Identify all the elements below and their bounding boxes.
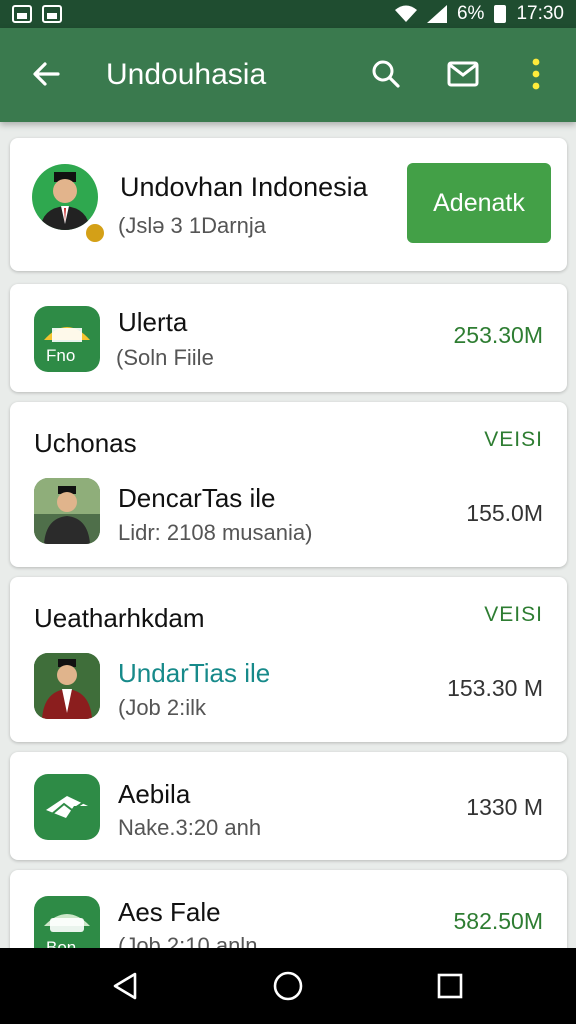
item-name: Ulerta — [118, 307, 188, 337]
battery-percent: 6% — [456, 3, 485, 24]
arrow-left-icon — [33, 62, 60, 86]
list-item[interactable]: Fno Ulerta (Soln Fiile 253.30M — [10, 284, 567, 392]
nav-back-button[interactable] — [106, 966, 146, 1006]
clock: 17:30 — [516, 3, 564, 24]
wifi-icon — [394, 5, 417, 22]
triangle-back-icon — [113, 972, 137, 1000]
item-size: 582.50M — [453, 908, 543, 934]
page-title: Undouhasia — [106, 58, 267, 91]
status-bar: 6% 17:30 — [0, 0, 576, 28]
back-button[interactable] — [26, 54, 66, 94]
item-size: 153.30 M — [447, 675, 543, 701]
item-subtitle: Lidr: 2108 musania) — [118, 520, 313, 545]
item-thumbnail — [34, 653, 100, 719]
search-button[interactable] — [366, 54, 406, 94]
item-thumbnail — [34, 478, 100, 544]
item-name[interactable]: UndarTias ile — [118, 657, 270, 689]
section-card: Ueatharhkdam VEISI UndarTias ile (Job 2:… — [10, 577, 567, 742]
verified-badge-icon — [84, 222, 106, 244]
item-size: 1330 M — [466, 794, 543, 820]
photo-notification-icon — [42, 5, 62, 23]
profile-name: Undovhan Indonesia — [120, 172, 368, 202]
app-icon: Fno — [34, 306, 100, 372]
add-button[interactable]: Adenatk — [407, 163, 551, 243]
more-options-button[interactable] — [516, 54, 556, 94]
nav-recents-button[interactable] — [430, 966, 470, 1006]
more-vertical-icon — [532, 58, 540, 90]
item-size: 155.0M — [466, 500, 543, 526]
battery-icon — [494, 5, 507, 23]
item-subtitle: (Soln Fiile — [116, 345, 214, 370]
signal-icon — [426, 5, 447, 23]
version-label[interactable]: VEISI — [484, 428, 543, 452]
app-icon — [34, 774, 100, 840]
search-icon — [372, 60, 400, 88]
item-size: 253.30M — [453, 322, 543, 348]
item-name[interactable]: DencarTas ile — [118, 482, 276, 514]
nav-home-button[interactable] — [268, 966, 308, 1006]
square-recents-icon — [437, 973, 463, 999]
section-title: Uchonas — [34, 428, 137, 458]
item-name: Aebila — [118, 779, 191, 809]
navigation-bar — [0, 948, 576, 1024]
section-card: Uchonas VEISI DencarTas ile Lidr: 2108 m… — [10, 402, 567, 567]
image-notification-icon — [12, 5, 32, 23]
app-icon-label: Fno — [46, 346, 76, 365]
section-title: Ueatharhkdam — [34, 603, 205, 633]
item-name: Aes Fale — [118, 897, 221, 927]
circle-home-icon — [273, 971, 303, 1001]
list-item[interactable]: Aebila Nake.3:20 anh 1330 M — [10, 752, 567, 860]
app-bar: Undouhasia — [0, 28, 576, 122]
version-label[interactable]: VEISI — [484, 603, 543, 627]
item-subtitle: Nake.3:20 anh — [118, 815, 262, 840]
item-subtitle: (Job 2:ilk — [118, 695, 207, 720]
profile-subtitle: (Jslə 3 1Darnja — [118, 213, 266, 238]
profile-card: Undovhan Indonesia (Jslə 3 1Darnja Adena… — [10, 138, 567, 271]
mail-icon — [447, 61, 479, 87]
mail-button[interactable] — [443, 54, 483, 94]
avatar — [32, 164, 98, 230]
